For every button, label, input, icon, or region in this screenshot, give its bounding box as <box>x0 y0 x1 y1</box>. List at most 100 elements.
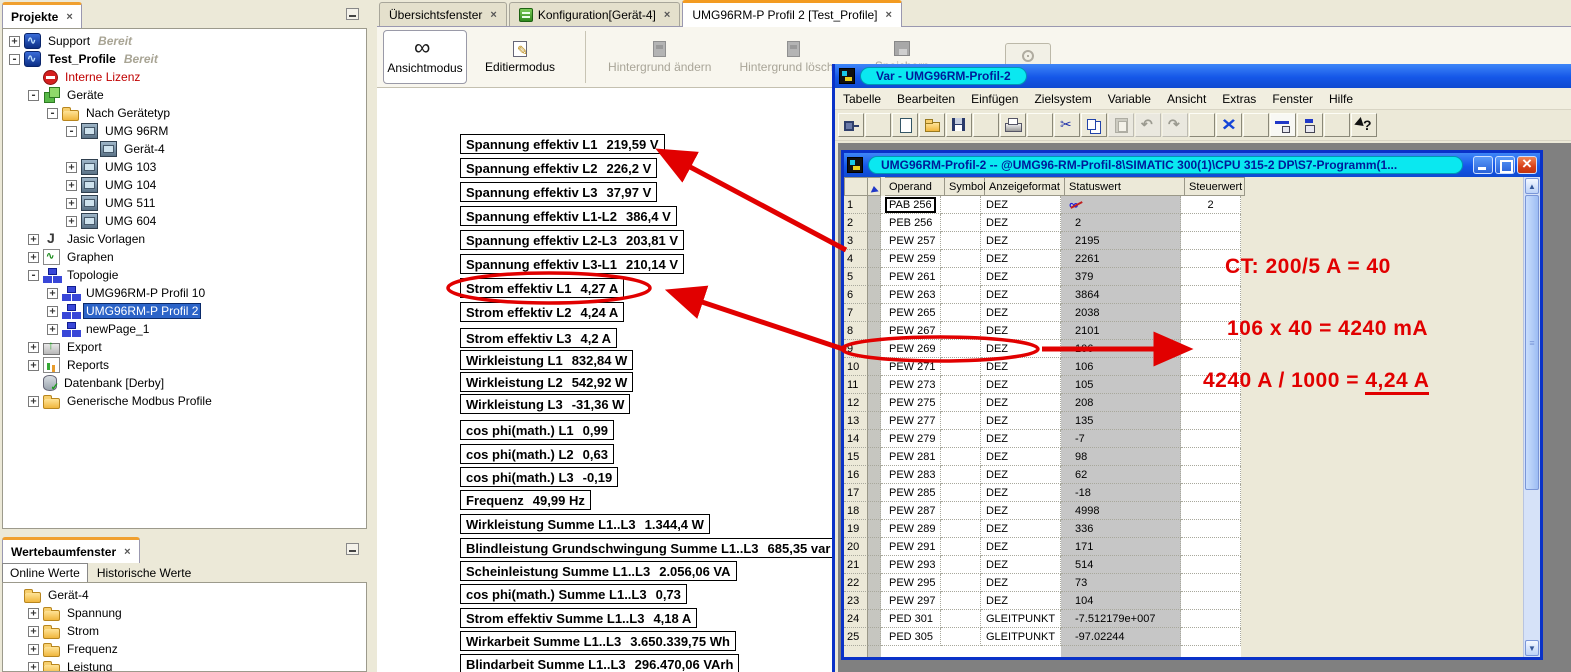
symbol-cell[interactable] <box>941 502 981 520</box>
var-toolbar-3-button[interactable] <box>919 113 945 137</box>
symbol-cell[interactable] <box>941 322 981 340</box>
close-button[interactable] <box>1517 156 1537 174</box>
status-cell[interactable]: 2101 <box>1061 322 1181 340</box>
table-row[interactable]: 23 PEW 297 DEZ 104 <box>844 592 1523 610</box>
format-cell[interactable]: DEZ <box>981 196 1061 214</box>
control-cell[interactable] <box>1181 430 1241 448</box>
expander-icon[interactable] <box>28 360 39 371</box>
table-row[interactable]: 19 PEW 289 DEZ 336 <box>844 520 1523 538</box>
table-row[interactable]: 25 PED 305 GLEITPUNKT -97.02244 <box>844 628 1523 646</box>
expander-icon[interactable] <box>9 54 20 65</box>
var-titlebar[interactable]: Var - UMG96RM-Profil-2 <box>835 64 1571 88</box>
format-cell[interactable]: DEZ <box>981 304 1061 322</box>
tree-item[interactable]: Graphen <box>3 248 366 266</box>
table-row[interactable]: 17 PEW 285 DEZ -18 <box>844 484 1523 502</box>
control-cell[interactable] <box>1181 340 1241 358</box>
var-toolbar-5-button[interactable] <box>973 113 999 137</box>
editor-tab[interactable]: UMG96RM-P Profil 2 [Test_Profile] × <box>682 0 902 27</box>
operand-cell[interactable]: PEW 295 <box>881 574 941 592</box>
var-toolbar-10-button[interactable] <box>1108 113 1134 137</box>
control-cell[interactable] <box>1181 250 1241 268</box>
operand-cell[interactable]: PEW 283 <box>881 466 941 484</box>
var-toolbar-15-button[interactable] <box>1243 113 1269 137</box>
symbol-cell[interactable] <box>941 232 981 250</box>
expander-icon[interactable] <box>47 108 58 119</box>
expander-icon[interactable] <box>28 608 39 619</box>
expander-icon[interactable] <box>28 90 39 101</box>
expander-icon[interactable] <box>9 36 20 47</box>
format-cell[interactable]: DEZ <box>981 466 1061 484</box>
table-window-titlebar[interactable]: UMG96RM-Profil-2 -- @UMG96-RM-Profil-8\S… <box>844 153 1540 177</box>
var-toolbar-18-button[interactable] <box>1324 113 1350 137</box>
menu-item[interactable]: Zielsystem <box>1026 92 1099 106</box>
tree-item[interactable]: UMG 511 <box>3 194 366 212</box>
minimize-icon[interactable] <box>346 543 359 555</box>
symbol-cell[interactable] <box>941 592 981 610</box>
format-cell[interactable]: DEZ <box>981 430 1061 448</box>
format-cell[interactable]: DEZ <box>981 574 1061 592</box>
minimize-button[interactable] <box>1473 156 1493 174</box>
table-row[interactable]: 12 PEW 275 DEZ 208 <box>844 394 1523 412</box>
table-row[interactable]: 5 PEW 261 DEZ 379 <box>844 268 1523 286</box>
operand-cell[interactable]: PEW 261 <box>881 268 941 286</box>
close-icon[interactable]: × <box>886 9 892 21</box>
var-toolbar-12-button[interactable] <box>1162 113 1188 137</box>
format-cell[interactable]: GLEITPUNKT <box>981 628 1061 646</box>
status-cell[interactable]: 514 <box>1061 556 1181 574</box>
status-cell[interactable]: 379 <box>1061 268 1181 286</box>
tree-item[interactable]: Reports <box>3 356 366 374</box>
symbol-cell[interactable] <box>941 340 981 358</box>
expander-icon[interactable] <box>28 252 39 263</box>
tree-item[interactable]: Spannung <box>3 604 366 622</box>
table-row[interactable]: 11 PEW 273 DEZ 105 <box>844 376 1523 394</box>
operand-cell[interactable]: PEW 269 <box>881 340 941 358</box>
operand-cell[interactable]: PEW 267 <box>881 322 941 340</box>
control-cell[interactable] <box>1181 322 1241 340</box>
control-cell[interactable] <box>1181 484 1241 502</box>
symbol-cell[interactable] <box>941 556 981 574</box>
control-cell[interactable] <box>1181 304 1241 322</box>
table-row[interactable]: 4 PEW 259 DEZ 2261 <box>844 250 1523 268</box>
toolbar-1-button[interactable]: Editiermodus <box>475 38 565 77</box>
table-row[interactable]: 7 PEW 265 DEZ 2038 <box>844 304 1523 322</box>
tree-item[interactable]: UMG 104 <box>3 176 366 194</box>
symbol-cell[interactable] <box>941 286 981 304</box>
control-cell[interactable] <box>1181 376 1241 394</box>
operand-cell[interactable]: PEW 291 <box>881 538 941 556</box>
table-row[interactable]: 22 PEW 295 DEZ 73 <box>844 574 1523 592</box>
operand-cell[interactable]: PEW 297 <box>881 592 941 610</box>
control-cell[interactable] <box>1181 556 1241 574</box>
status-cell[interactable]: 171 <box>1061 538 1181 556</box>
control-cell[interactable] <box>1181 466 1241 484</box>
control-cell[interactable] <box>1181 610 1241 628</box>
operand-cell[interactable]: PEB 256 <box>881 214 941 232</box>
control-cell[interactable] <box>1181 286 1241 304</box>
control-cell[interactable] <box>1181 520 1241 538</box>
format-cell[interactable]: DEZ <box>981 232 1061 250</box>
symbol-cell[interactable] <box>941 430 981 448</box>
tree-item[interactable]: Interne Lizenz <box>3 68 366 86</box>
expander-icon[interactable] <box>28 342 39 353</box>
tree-item[interactable]: UMG 103 <box>3 158 366 176</box>
menu-item[interactable]: Bearbeiten <box>889 92 963 106</box>
editor-tab[interactable]: Übersichtsfenster × <box>379 2 507 26</box>
operand-cell[interactable]: PED 305 <box>881 628 941 646</box>
var-toolbar-8-button[interactable] <box>1054 113 1080 137</box>
status-cell[interactable]: 4998 <box>1061 502 1181 520</box>
operand-cell[interactable]: PEW 287 <box>881 502 941 520</box>
symbol-cell[interactable] <box>941 268 981 286</box>
operand-cell[interactable]: PEW 285 <box>881 484 941 502</box>
operand-cell[interactable]: PEW 277 <box>881 412 941 430</box>
tree-item[interactable]: Gerät-4 <box>3 140 366 158</box>
operand-cell[interactable]: PEW 293 <box>881 556 941 574</box>
status-cell[interactable]: 2261 <box>1061 250 1181 268</box>
table-row[interactable]: 8 PEW 267 DEZ 2101 <box>844 322 1523 340</box>
symbol-cell[interactable] <box>941 196 981 214</box>
symbol-cell[interactable] <box>941 394 981 412</box>
menu-item[interactable]: Variable <box>1100 92 1159 106</box>
table-row[interactable]: 3 PEW 257 DEZ 2195 <box>844 232 1523 250</box>
status-cell[interactable]: 98 <box>1061 448 1181 466</box>
format-cell[interactable]: DEZ <box>981 448 1061 466</box>
status-cell[interactable]: 104 <box>1061 592 1181 610</box>
status-cell[interactable]: -18 <box>1061 484 1181 502</box>
